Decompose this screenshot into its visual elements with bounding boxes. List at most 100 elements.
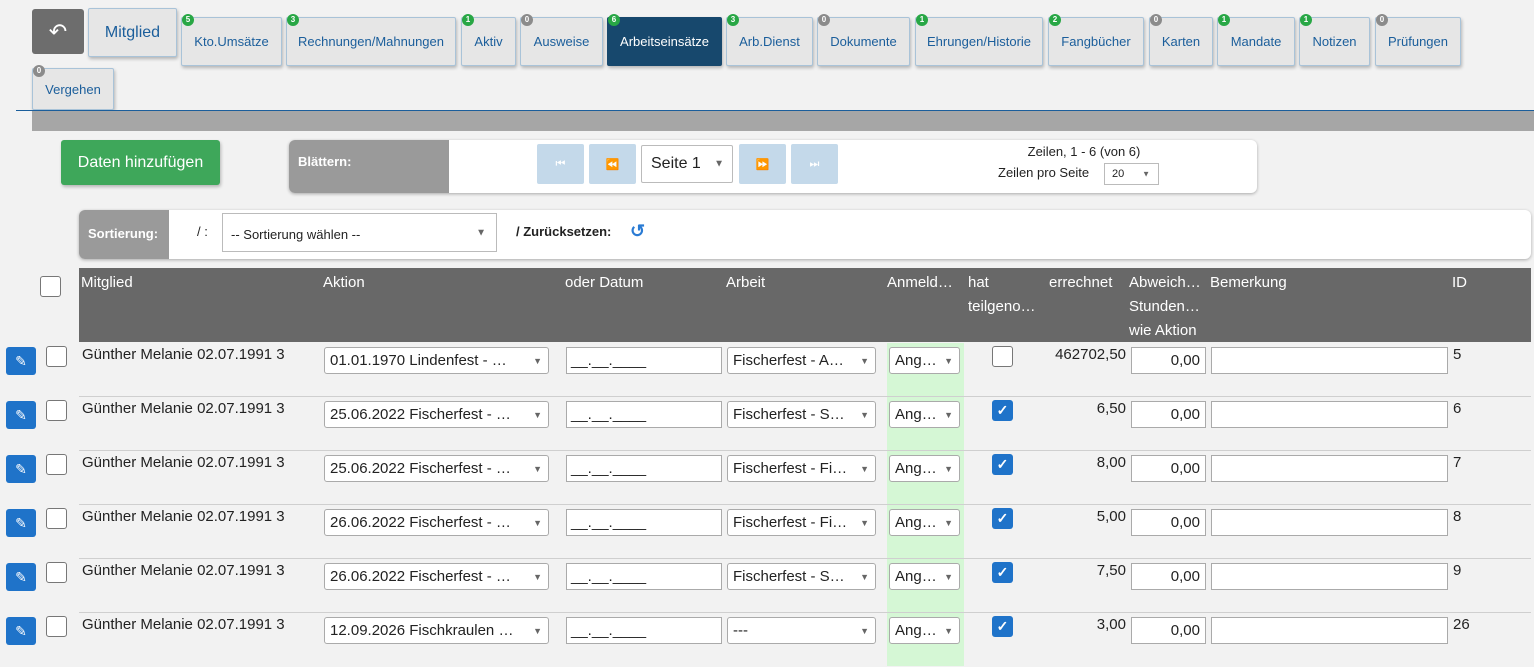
tab-rechnungen-mahnungen[interactable]: 3 Rechnungen/Mahnungen [286, 14, 456, 66]
arbeit-select[interactable]: Fischerfest - Fi… ▼ [727, 509, 876, 536]
tab-ehrungen-historie[interactable]: 1 Ehrungen/Historie [915, 14, 1043, 66]
tab-arbeitseinsaetze[interactable]: 6 Arbeitseinsätze [607, 14, 722, 66]
remark-input[interactable] [1211, 509, 1448, 536]
page-select[interactable]: Seite 1 ▼ [641, 145, 733, 183]
tab-vergehen[interactable]: 0 Vergehen [32, 65, 114, 110]
anmeldung-select[interactable]: Ang… ▼ [889, 509, 960, 536]
arbeit-select[interactable]: Fischerfest - Fi… ▼ [727, 455, 876, 482]
tab-mitglied[interactable]: Mitglied [88, 8, 177, 57]
participated-checkbox[interactable]: ✓ [992, 454, 1013, 475]
date-input[interactable]: __.__.____ [566, 509, 722, 536]
col-bemerkung[interactable]: Bemerkung [1210, 271, 1287, 295]
col-datum[interactable]: oder Datum [565, 271, 643, 295]
deviation-input[interactable]: 0,00 [1131, 563, 1206, 590]
participated-checkbox[interactable] [992, 346, 1013, 367]
aktion-select[interactable]: 12.09.2026 Fischkraulen … ▼ [324, 617, 549, 644]
anmeldung-select[interactable]: Ang… ▼ [889, 617, 960, 644]
edit-button[interactable]: ✎ [6, 509, 36, 537]
deviation-input[interactable]: 0,00 [1131, 401, 1206, 428]
remark-input[interactable] [1211, 455, 1448, 482]
participated-checkbox[interactable]: ✓ [992, 508, 1013, 529]
tab-mandate[interactable]: 1 Mandate [1217, 14, 1295, 66]
row-checkbox[interactable] [46, 400, 67, 421]
tab-aktiv[interactable]: 1 Aktiv [461, 14, 516, 66]
participated-checkbox[interactable]: ✓ [992, 400, 1013, 421]
date-input[interactable]: __.__.____ [566, 347, 722, 374]
back-button[interactable]: ↶ [32, 9, 84, 54]
undo-icon[interactable]: ↺ [630, 221, 645, 242]
rows-per-page-label: Zeilen pro Seite [998, 165, 1090, 180]
prev-page-button[interactable]: ⏪ [589, 144, 636, 184]
deviation-input[interactable]: 0,00 [1131, 455, 1206, 482]
edit-button[interactable]: ✎ [6, 347, 36, 375]
pager: Blättern: ⏮ ⏪ Seite 1 ▼ ⏩ ⏭ Zeilen, 1 - … [289, 140, 1257, 193]
col-teilgenommen[interactable]: hat teilgeno… [968, 271, 1036, 319]
edit-button[interactable]: ✎ [6, 563, 36, 591]
anmeldung-select[interactable]: Ang… ▼ [889, 563, 960, 590]
row-checkbox[interactable] [46, 562, 67, 583]
aktion-select[interactable]: 25.06.2022 Fischerfest - … ▼ [324, 455, 549, 482]
last-page-button[interactable]: ⏭ [791, 144, 838, 184]
rows-per-page-select[interactable]: 20 ▼ [1104, 163, 1159, 185]
anmeldung-select[interactable]: Ang… ▼ [889, 455, 960, 482]
tab-karten[interactable]: 0 Karten [1149, 14, 1213, 66]
tab-fangbuecher[interactable]: 2 Fangbücher [1048, 14, 1144, 66]
tab-arb-dienst[interactable]: 3 Arb.Dienst [726, 14, 813, 66]
participated-checkbox[interactable]: ✓ [992, 562, 1013, 583]
anmeldung-select[interactable]: Ang… ▼ [889, 347, 960, 374]
row-checkbox[interactable] [46, 616, 67, 637]
aktion-select[interactable]: 25.06.2022 Fischerfest - … ▼ [324, 401, 549, 428]
date-input[interactable]: __.__.____ [566, 455, 722, 482]
row-id: 7 [1453, 454, 1462, 471]
tab-kto-umsaetze[interactable]: 5 Kto.Umsätze [181, 14, 282, 66]
remark-input[interactable] [1211, 401, 1448, 428]
date-input[interactable]: __.__.____ [566, 617, 722, 644]
aktion-select[interactable]: 26.06.2022 Fischerfest - … ▼ [324, 563, 549, 590]
tab-notizen[interactable]: 1 Notizen [1299, 14, 1370, 66]
edit-button[interactable]: ✎ [6, 455, 36, 483]
tab-count-badge: 0 [521, 14, 533, 26]
date-input[interactable]: __.__.____ [566, 563, 722, 590]
deviation-input[interactable]: 0,00 [1131, 347, 1206, 374]
row-id: 8 [1453, 508, 1462, 525]
col-errechnet[interactable]: errechnet [1049, 271, 1112, 295]
col-abweichung[interactable]: Abweich… Stunden… wie Aktion [1129, 271, 1201, 343]
chevron-down-icon: ▼ [944, 463, 953, 474]
row-checkbox[interactable] [46, 508, 67, 529]
col-mitglied[interactable]: Mitglied [81, 271, 133, 295]
row-id: 9 [1453, 562, 1462, 579]
aktion-select[interactable]: 01.01.1970 Lindenfest - … ▼ [324, 347, 549, 374]
tab-dokumente[interactable]: 0 Dokumente [817, 14, 910, 66]
calculated-hours: 6,50 [1096, 400, 1126, 417]
sort-select[interactable]: -- Sortierung wählen -- ▼ [222, 213, 497, 252]
chevron-down-icon: ▼ [533, 625, 542, 636]
col-aktion[interactable]: Aktion [323, 271, 365, 295]
deviation-input[interactable]: 0,00 [1131, 509, 1206, 536]
aktion-select[interactable]: 26.06.2022 Fischerfest - … ▼ [324, 509, 549, 536]
select-all-checkbox[interactable] [40, 276, 61, 297]
arbeit-select[interactable]: --- ▼ [727, 617, 876, 644]
row-checkbox[interactable] [46, 346, 67, 367]
remark-input[interactable] [1211, 617, 1448, 644]
col-anmeldung[interactable]: Anmeld… [887, 271, 953, 295]
edit-button[interactable]: ✎ [6, 401, 36, 429]
next-page-button[interactable]: ⏩ [739, 144, 786, 184]
remark-input[interactable] [1211, 563, 1448, 590]
remark-input[interactable] [1211, 347, 1448, 374]
deviation-input[interactable]: 0,00 [1131, 617, 1206, 644]
arbeit-select[interactable]: Fischerfest - A… ▼ [727, 347, 876, 374]
tab-ausweise[interactable]: 0 Ausweise [520, 14, 603, 66]
checkmark-icon: ✓ [996, 456, 1009, 472]
participated-checkbox[interactable]: ✓ [992, 616, 1013, 637]
first-page-button[interactable]: ⏮ [537, 144, 584, 184]
anmeldung-select[interactable]: Ang… ▼ [889, 401, 960, 428]
col-arbeit[interactable]: Arbeit [726, 271, 765, 295]
arbeit-select[interactable]: Fischerfest - S… ▼ [727, 563, 876, 590]
tab-pruefungen[interactable]: 0 Prüfungen [1375, 14, 1461, 66]
arbeit-select[interactable]: Fischerfest - S… ▼ [727, 401, 876, 428]
date-input[interactable]: __.__.____ [566, 401, 722, 428]
add-data-button[interactable]: Daten hinzufügen [61, 140, 220, 185]
row-checkbox[interactable] [46, 454, 67, 475]
col-id[interactable]: ID [1452, 271, 1467, 295]
edit-button[interactable]: ✎ [6, 617, 36, 645]
